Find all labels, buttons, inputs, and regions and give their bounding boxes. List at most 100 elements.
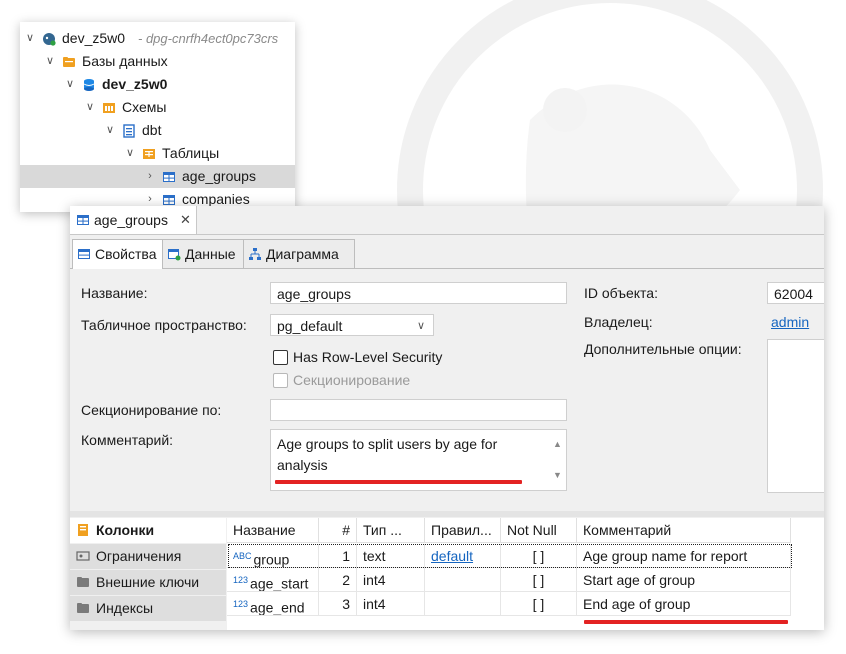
columns-grid: Название # Тип ... Правил... Not Null Ко… xyxy=(227,518,824,630)
rls-label: Has Row-Level Security xyxy=(293,349,443,365)
checkbox-box[interactable] xyxy=(273,350,288,365)
cell-column-rule[interactable] xyxy=(425,568,501,592)
panel-splitter[interactable] xyxy=(70,511,824,517)
section-foreign-keys[interactable]: Внешние ключи xyxy=(70,570,226,596)
cell-column-comment[interactable]: Age group name for report xyxy=(577,544,791,568)
tab-diagram[interactable]: Диаграмма xyxy=(243,239,355,268)
owner-label: Владелец: xyxy=(584,314,653,330)
owner-link[interactable]: admin xyxy=(771,314,809,330)
column-name: age_end xyxy=(250,599,305,616)
tree-item-database[interactable]: ∨ dev_z5w0 xyxy=(20,73,295,96)
section-indexes[interactable]: Индексы xyxy=(70,596,226,622)
data-grid-icon xyxy=(168,249,181,261)
folder-icon xyxy=(77,577,89,587)
editor-subtab-bar: Свойства Данные Диаграмма xyxy=(70,239,824,269)
numeric-type-icon: 123 xyxy=(233,575,249,585)
partition-by-field[interactable] xyxy=(270,399,567,421)
column-name: group xyxy=(253,551,290,568)
tablespace-value: pg_default xyxy=(277,318,343,334)
close-icon[interactable]: ✕ xyxy=(180,206,191,234)
column-name: age_start xyxy=(250,575,309,592)
cell-not-null[interactable]: [ ] xyxy=(501,592,577,616)
tree-item-tables[interactable]: ∨ Таблицы xyxy=(20,142,295,165)
section-indexes-label: Индексы xyxy=(96,600,154,616)
cell-column-number[interactable]: 1 xyxy=(319,544,357,568)
column-header-rule[interactable]: Правил... xyxy=(425,518,501,543)
cell-column-type[interactable]: int4 xyxy=(357,568,425,592)
cell-not-null[interactable]: [ ] xyxy=(501,544,577,568)
table-name-field[interactable]: age_groups xyxy=(270,282,567,304)
extra-options-label: Дополнительные опции: xyxy=(584,341,742,357)
cell-column-comment[interactable]: End age of group xyxy=(577,592,791,616)
column-header-not-null[interactable]: Not Null xyxy=(501,518,577,543)
table-icon xyxy=(163,172,175,182)
table-name: age_groups xyxy=(182,168,256,184)
databases-label: Базы данных xyxy=(82,53,168,69)
cell-column-number[interactable]: 2 xyxy=(319,568,357,592)
tablespace-select[interactable]: pg_default ∨ xyxy=(270,314,434,336)
chevron-down-icon[interactable]: ∨ xyxy=(124,142,136,165)
row-level-security-checkbox[interactable]: Has Row-Level Security xyxy=(273,347,493,367)
table-icon xyxy=(77,215,89,225)
cell-column-name[interactable]: 123 age_end xyxy=(227,592,319,616)
chevron-right-icon[interactable]: › xyxy=(144,165,156,188)
schema-name: dbt xyxy=(142,122,162,138)
schemas-folder-icon xyxy=(103,103,115,113)
column-header-number[interactable]: # xyxy=(319,518,357,543)
cell-not-null[interactable]: [ ] xyxy=(501,568,577,592)
cell-column-comment[interactable]: Start age of group xyxy=(577,568,791,592)
cell-column-type[interactable]: int4 xyxy=(357,592,425,616)
cell-column-type[interactable]: text xyxy=(357,544,425,568)
folder-icon xyxy=(77,603,89,613)
chevron-down-icon[interactable]: ∨ xyxy=(44,50,56,73)
chevron-down-icon[interactable]: ∨ xyxy=(84,96,96,119)
cell-column-rule[interactable] xyxy=(425,592,501,616)
tab-properties[interactable]: Свойства xyxy=(72,239,163,269)
tree-item-table-age-groups[interactable]: › age_groups xyxy=(20,165,295,188)
database-name: dev_z5w0 xyxy=(102,76,168,92)
chevron-down-icon[interactable]: ∨ xyxy=(64,73,76,96)
cell-column-name[interactable]: ABC group xyxy=(227,544,319,568)
comment-label: Комментарий: xyxy=(81,432,174,448)
section-foreign-keys-label: Внешние ключи xyxy=(96,574,200,590)
table-icon xyxy=(163,195,175,205)
partition-by-label: Секционирование по: xyxy=(81,402,222,418)
tree-item-schemas[interactable]: ∨ Схемы xyxy=(20,96,295,119)
table-editor-panel: age_groups ✕ Свойства Данные Диаграмма Н… xyxy=(70,206,824,630)
rule-link[interactable]: default xyxy=(431,548,473,564)
tablespace-label: Табличное пространство: xyxy=(81,317,247,333)
tree-item-schema[interactable]: ∨ dbt xyxy=(20,119,295,142)
column-header-name[interactable]: Название xyxy=(227,518,319,543)
name-label: Название: xyxy=(81,285,148,301)
cell-column-number[interactable]: 3 xyxy=(319,592,357,616)
schema-icon xyxy=(123,124,135,138)
tree-item-databases[interactable]: ∨ Базы данных xyxy=(20,50,295,73)
column-header-comment[interactable]: Комментарий xyxy=(577,518,791,543)
scroll-down-icon[interactable]: ▼ xyxy=(553,465,562,486)
section-columns[interactable]: Колонки xyxy=(70,518,226,544)
extra-options-field[interactable] xyxy=(767,339,824,493)
postgres-connection-icon xyxy=(43,33,56,46)
scroll-up-icon[interactable]: ▲ xyxy=(553,434,562,455)
numeric-type-icon: 123 xyxy=(233,599,249,609)
section-constraints[interactable]: Ограничения xyxy=(70,544,226,570)
tab-data[interactable]: Данные xyxy=(162,239,244,268)
tab-data-label: Данные xyxy=(185,246,236,262)
column-header-type[interactable]: Тип ... xyxy=(357,518,425,543)
cell-column-rule[interactable]: default xyxy=(425,544,501,568)
constraints-icon xyxy=(76,551,90,561)
section-columns-label: Колонки xyxy=(96,522,155,538)
sections-list: Колонки Ограничения Внешние ключи Индекс… xyxy=(70,518,226,630)
chevron-down-icon: ∨ xyxy=(416,320,425,332)
chevron-down-icon[interactable]: ∨ xyxy=(104,119,116,142)
comment-highlight-underline xyxy=(584,620,788,624)
editor-tab-bar: age_groups ✕ xyxy=(70,206,824,235)
comment-scrollbar[interactable]: ▲ ▼ xyxy=(550,430,566,490)
tree-item-connection[interactable]: ∨ dev_z5w0 - dpg-cnrfh4ect0pc73crs xyxy=(20,27,295,50)
partitioning-checkbox: Секционирование xyxy=(273,370,493,390)
editor-tab-age-groups[interactable]: age_groups ✕ xyxy=(70,206,197,234)
object-id-label: ID объекта: xyxy=(584,285,658,301)
diagram-icon xyxy=(249,248,261,260)
chevron-down-icon[interactable]: ∨ xyxy=(24,27,36,50)
cell-column-name[interactable]: 123 age_start xyxy=(227,568,319,592)
